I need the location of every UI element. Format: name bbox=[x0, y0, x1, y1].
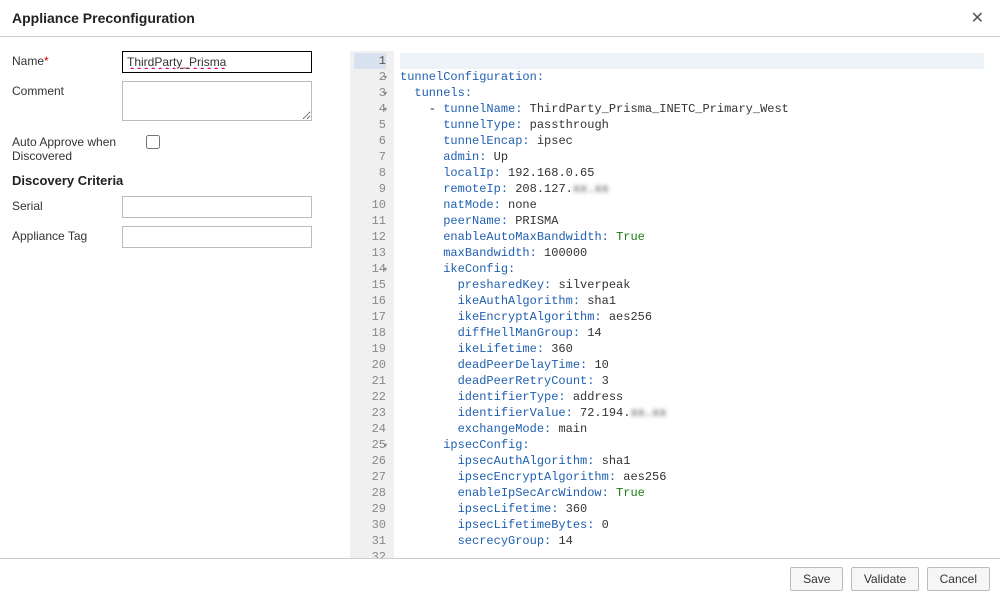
line-number: 11 bbox=[354, 213, 386, 229]
line-number: 9 bbox=[354, 181, 386, 197]
line-number: 3 bbox=[354, 85, 386, 101]
line-number: 23 bbox=[354, 405, 386, 421]
code-line[interactable]: ipsecConfig: bbox=[400, 437, 984, 453]
code-line[interactable]: ipsecLifetime: 360 bbox=[400, 501, 984, 517]
validate-button[interactable]: Validate bbox=[851, 567, 919, 591]
line-number: 4 bbox=[354, 101, 386, 117]
line-number: 21 bbox=[354, 373, 386, 389]
save-button[interactable]: Save bbox=[790, 567, 843, 591]
code-line[interactable]: natMode: none bbox=[400, 197, 984, 213]
line-number: 25 bbox=[354, 437, 386, 453]
code-line[interactable]: localIp: 192.168.0.65 bbox=[400, 165, 984, 181]
code-line[interactable]: ikeAuthAlgorithm: sha1 bbox=[400, 293, 984, 309]
line-number: 2 bbox=[354, 69, 386, 85]
cancel-button[interactable]: Cancel bbox=[927, 567, 990, 591]
line-number: 6 bbox=[354, 133, 386, 149]
code-line[interactable]: peerName: PRISMA bbox=[400, 213, 984, 229]
line-number: 5 bbox=[354, 117, 386, 133]
line-number: 7 bbox=[354, 149, 386, 165]
serial-input[interactable] bbox=[122, 196, 312, 218]
line-number: 15 bbox=[354, 277, 386, 293]
code-line[interactable]: ikeLifetime: 360 bbox=[400, 341, 984, 357]
code-line[interactable]: - tunnelName: ThirdParty_Prisma_INETC_Pr… bbox=[400, 101, 984, 117]
close-icon[interactable]: ✕ bbox=[967, 8, 988, 28]
code-line[interactable]: tunnelConfiguration: bbox=[400, 69, 984, 85]
line-number: 13 bbox=[354, 245, 386, 261]
name-label: Name* bbox=[12, 51, 122, 68]
code-line[interactable]: ipsecEncryptAlgorithm: aes256 bbox=[400, 469, 984, 485]
discovery-criteria-heading: Discovery Criteria bbox=[12, 173, 332, 188]
code-line[interactable]: ipsecAuthAlgorithm: sha1 bbox=[400, 453, 984, 469]
line-number: 1 bbox=[354, 53, 386, 69]
code-line[interactable]: deadPeerRetryCount: 3 bbox=[400, 373, 984, 389]
line-number: 10 bbox=[354, 197, 386, 213]
code-line[interactable]: secrecyGroup: 14 bbox=[400, 533, 984, 549]
comment-input[interactable] bbox=[122, 81, 312, 121]
code-line[interactable] bbox=[400, 53, 984, 69]
line-number: 16 bbox=[354, 293, 386, 309]
line-number: 24 bbox=[354, 421, 386, 437]
code-line[interactable]: enableIpSecArcWindow: True bbox=[400, 485, 984, 501]
dialog-title: Appliance Preconfiguration bbox=[12, 10, 195, 26]
line-number: 19 bbox=[354, 341, 386, 357]
auto-approve-checkbox[interactable] bbox=[146, 135, 160, 149]
comment-label: Comment bbox=[12, 81, 122, 98]
code-line[interactable]: tunnelEncap: ipsec bbox=[400, 133, 984, 149]
line-number: 29 bbox=[354, 501, 386, 517]
code-line[interactable]: identifierType: address bbox=[400, 389, 984, 405]
appliance-tag-label: Appliance Tag bbox=[12, 226, 122, 243]
line-number: 31 bbox=[354, 533, 386, 549]
appliance-tag-input[interactable] bbox=[122, 226, 312, 248]
line-number: 17 bbox=[354, 309, 386, 325]
code-line[interactable]: deadPeerDelayTime: 10 bbox=[400, 357, 984, 373]
code-line[interactable]: ikeConfig: bbox=[400, 261, 984, 277]
code-line[interactable]: maxBandwidth: 100000 bbox=[400, 245, 984, 261]
line-number: 8 bbox=[354, 165, 386, 181]
auto-approve-label: Auto Approve when Discovered bbox=[12, 132, 142, 163]
code-line[interactable]: ikeEncryptAlgorithm: aes256 bbox=[400, 309, 984, 325]
line-number: 26 bbox=[354, 453, 386, 469]
line-number: 12 bbox=[354, 229, 386, 245]
line-number: 20 bbox=[354, 357, 386, 373]
code-line[interactable]: enableAutoMaxBandwidth: True bbox=[400, 229, 984, 245]
code-line[interactable]: presharedKey: silverpeak bbox=[400, 277, 984, 293]
code-line[interactable]: admin: Up bbox=[400, 149, 984, 165]
code-line[interactable]: remoteIp: 208.127.xx.xx bbox=[400, 181, 984, 197]
serial-label: Serial bbox=[12, 196, 122, 213]
code-line[interactable]: tunnels: bbox=[400, 85, 984, 101]
code-line[interactable]: diffHellManGroup: 14 bbox=[400, 325, 984, 341]
name-input[interactable] bbox=[122, 51, 312, 73]
form-panel: Name* Comment Auto Approve when Discover… bbox=[12, 51, 332, 567]
line-number: 28 bbox=[354, 485, 386, 501]
line-number: 18 bbox=[354, 325, 386, 341]
line-number: 30 bbox=[354, 517, 386, 533]
code-line[interactable]: exchangeMode: main bbox=[400, 421, 984, 437]
line-number: 22 bbox=[354, 389, 386, 405]
line-number: 27 bbox=[354, 469, 386, 485]
line-number: 14 bbox=[354, 261, 386, 277]
code-line[interactable]: tunnelType: passthrough bbox=[400, 117, 984, 133]
code-line[interactable]: ipsecLifetimeBytes: 0 bbox=[400, 517, 984, 533]
code-line[interactable]: identifierValue: 72.194.xx.xx bbox=[400, 405, 984, 421]
yaml-editor[interactable]: 1234567891011121314151617181920212223242… bbox=[350, 51, 988, 567]
